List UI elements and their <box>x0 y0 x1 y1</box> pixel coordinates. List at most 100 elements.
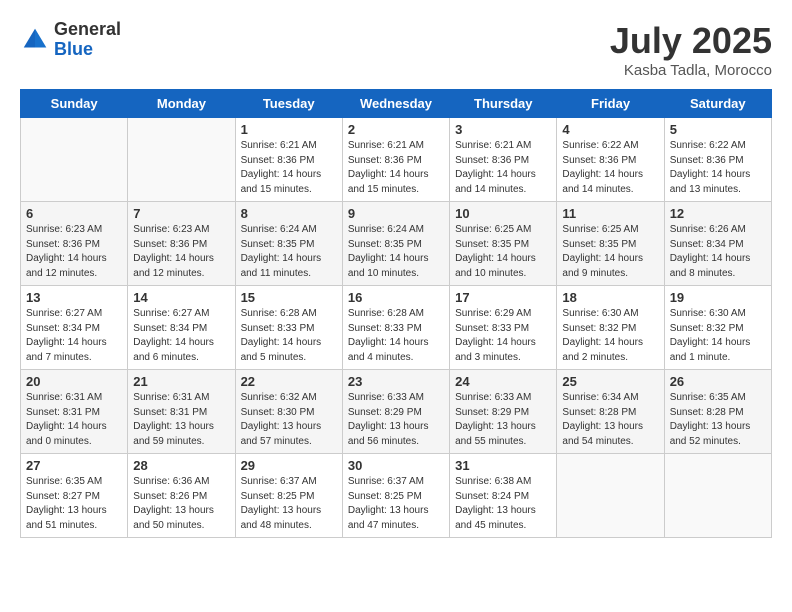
day-number: 19 <box>670 290 766 305</box>
calendar-cell <box>21 118 128 202</box>
day-info: Sunrise: 6:33 AM Sunset: 8:29 PM Dayligh… <box>455 391 551 449</box>
day-number: 18 <box>562 290 658 305</box>
calendar-week-row: 27 Sunrise: 6:35 AM Sunset: 8:27 PM Dayli… <box>21 454 772 538</box>
calendar-cell: 4Sunrise: 6:22 AM Sunset: 8:36 PM Daylig… <box>557 118 664 202</box>
day-info: Sunrise: 6:24 AM Sunset: 8:35 PM Dayligh… <box>241 223 337 281</box>
calendar-cell: 26Sunrise: 6:35 AM Sunset: 8:28 PM Dayli… <box>664 370 771 454</box>
calendar-cell: 23 Sunrise: 6:33 AM Sunset: 8:29 PM Dayli… <box>342 370 449 454</box>
day-info: Sunrise: 6:34 AM Sunset: 8:28 PM Dayligh… <box>562 391 658 449</box>
day-number: 31 <box>455 458 551 473</box>
calendar-cell: 15 Sunrise: 6:28 AM Sunset: 8:33 PM Dayli… <box>235 286 342 370</box>
month-title: July 2025 <box>610 20 772 62</box>
day-number: 27 <box>26 458 122 473</box>
day-number: 17 <box>455 290 551 305</box>
day-info: Sunrise: 6:37 AM Sunset: 8:25 PM Dayligh… <box>241 475 337 533</box>
day-number: 9 <box>348 206 444 221</box>
day-info: Sunrise: 6:25 AM Sunset: 8:35 PM Dayligh… <box>562 223 658 281</box>
calendar-cell: 7 Sunrise: 6:23 AM Sunset: 8:36 PM Daylig… <box>128 202 235 286</box>
calendar-cell: 9 Sunrise: 6:24 AM Sunset: 8:35 PM Daylig… <box>342 202 449 286</box>
day-number: 23 <box>348 374 444 389</box>
calendar-cell: 8 Sunrise: 6:24 AM Sunset: 8:35 PM Daylig… <box>235 202 342 286</box>
logo-blue-text: Blue <box>54 40 121 60</box>
calendar-cell: 25 Sunrise: 6:34 AM Sunset: 8:28 PM Dayli… <box>557 370 664 454</box>
day-number: 7 <box>133 206 229 221</box>
calendar-cell: 21 Sunrise: 6:31 AM Sunset: 8:31 PM Dayli… <box>128 370 235 454</box>
day-number: 1 <box>241 122 337 137</box>
calendar-cell: 27 Sunrise: 6:35 AM Sunset: 8:27 PM Dayli… <box>21 454 128 538</box>
calendar-cell: 11 Sunrise: 6:25 AM Sunset: 8:35 PM Dayli… <box>557 202 664 286</box>
day-info: Sunrise: 6:31 AM Sunset: 8:31 PM Dayligh… <box>133 391 229 449</box>
day-number: 3 <box>455 122 551 137</box>
day-info: Sunrise: 6:26 AM Sunset: 8:34 PM Dayligh… <box>670 223 766 281</box>
day-number: 8 <box>241 206 337 221</box>
day-number: 11 <box>562 206 658 221</box>
calendar-cell: 28 Sunrise: 6:36 AM Sunset: 8:26 PM Dayli… <box>128 454 235 538</box>
day-header-saturday: Saturday <box>664 90 771 118</box>
calendar-cell: 31 Sunrise: 6:38 AM Sunset: 8:24 PM Dayli… <box>450 454 557 538</box>
calendar-cell: 18 Sunrise: 6:30 AM Sunset: 8:32 PM Dayli… <box>557 286 664 370</box>
calendar-cell: 29 Sunrise: 6:37 AM Sunset: 8:25 PM Dayli… <box>235 454 342 538</box>
day-number: 13 <box>26 290 122 305</box>
day-info: Sunrise: 6:28 AM Sunset: 8:33 PM Dayligh… <box>241 307 337 365</box>
day-number: 29 <box>241 458 337 473</box>
day-number: 12 <box>670 206 766 221</box>
day-info: Sunrise: 6:36 AM Sunset: 8:26 PM Dayligh… <box>133 475 229 533</box>
calendar-cell: 12 Sunrise: 6:26 AM Sunset: 8:34 PM Dayli… <box>664 202 771 286</box>
day-header-tuesday: Tuesday <box>235 90 342 118</box>
day-info: Sunrise: 6:27 AM Sunset: 8:34 PM Dayligh… <box>133 307 229 365</box>
calendar-cell: 20 Sunrise: 6:31 AM Sunset: 8:31 PM Dayli… <box>21 370 128 454</box>
calendar-cell: 6Sunrise: 6:23 AM Sunset: 8:36 PM Daylig… <box>21 202 128 286</box>
day-info: Sunrise: 6:21 AM Sunset: 8:36 PM Dayligh… <box>455 139 551 197</box>
day-number: 4 <box>562 122 658 137</box>
logo-general-text: General <box>54 20 121 40</box>
day-info: Sunrise: 6:21 AM Sunset: 8:36 PM Dayligh… <box>241 139 337 197</box>
calendar-cell: 10 Sunrise: 6:25 AM Sunset: 8:35 PM Dayli… <box>450 202 557 286</box>
day-number: 14 <box>133 290 229 305</box>
day-info: Sunrise: 6:35 AM Sunset: 8:27 PM Dayligh… <box>26 475 122 533</box>
day-info: Sunrise: 6:25 AM Sunset: 8:35 PM Dayligh… <box>455 223 551 281</box>
calendar-cell: 22Sunrise: 6:32 AM Sunset: 8:30 PM Dayli… <box>235 370 342 454</box>
calendar-cell <box>557 454 664 538</box>
day-info: Sunrise: 6:31 AM Sunset: 8:31 PM Dayligh… <box>26 391 122 449</box>
calendar-table: SundayMondayTuesdayWednesdayThursdayFrid… <box>20 89 772 538</box>
calendar-cell: 13 Sunrise: 6:27 AM Sunset: 8:34 PM Dayli… <box>21 286 128 370</box>
day-header-monday: Monday <box>128 90 235 118</box>
day-number: 5 <box>670 122 766 137</box>
day-number: 21 <box>133 374 229 389</box>
calendar-cell: 2Sunrise: 6:21 AM Sunset: 8:36 PM Daylig… <box>342 118 449 202</box>
day-info: Sunrise: 6:23 AM Sunset: 8:36 PM Dayligh… <box>133 223 229 281</box>
day-number: 10 <box>455 206 551 221</box>
day-info: Sunrise: 6:30 AM Sunset: 8:32 PM Dayligh… <box>670 307 766 365</box>
day-info: Sunrise: 6:28 AM Sunset: 8:33 PM Dayligh… <box>348 307 444 365</box>
calendar-week-row: 13 Sunrise: 6:27 AM Sunset: 8:34 PM Dayli… <box>21 286 772 370</box>
calendar-cell: 1 Sunrise: 6:21 AM Sunset: 8:36 PM Daylig… <box>235 118 342 202</box>
day-info: Sunrise: 6:38 AM Sunset: 8:24 PM Dayligh… <box>455 475 551 533</box>
day-number: 28 <box>133 458 229 473</box>
day-info: Sunrise: 6:27 AM Sunset: 8:34 PM Dayligh… <box>26 307 122 365</box>
calendar-week-row: 6 Sunrise: 6:23 AM Sunset: 8:36 PM Daylig… <box>21 202 772 286</box>
day-header-sunday: Sunday <box>21 90 128 118</box>
day-number: 2 <box>348 122 444 137</box>
calendar-cell: 5Sunrise: 6:22 AM Sunset: 8:36 PM Daylig… <box>664 118 771 202</box>
day-number: 6 <box>26 206 122 221</box>
calendar-header-row: SundayMondayTuesdayWednesdayThursdayFrid… <box>21 90 772 118</box>
calendar-cell: 14 Sunrise: 6:27 AM Sunset: 8:34 PM Dayli… <box>128 286 235 370</box>
day-info: Sunrise: 6:30 AM Sunset: 8:32 PM Dayligh… <box>562 307 658 365</box>
day-number: 15 <box>241 290 337 305</box>
day-info: Sunrise: 6:32 AM Sunset: 8:30 PM Dayligh… <box>241 391 337 449</box>
calendar-cell <box>128 118 235 202</box>
location-title: Kasba Tadla, Morocco <box>610 62 772 79</box>
day-header-wednesday: Wednesday <box>342 90 449 118</box>
page-header: General Blue July 2025 Kasba Tadla, Moro… <box>20 20 772 79</box>
day-header-thursday: Thursday <box>450 90 557 118</box>
day-number: 16 <box>348 290 444 305</box>
day-number: 25 <box>562 374 658 389</box>
calendar-cell: 17 Sunrise: 6:29 AM Sunset: 8:33 PM Dayli… <box>450 286 557 370</box>
day-number: 20 <box>26 374 122 389</box>
day-info: Sunrise: 6:24 AM Sunset: 8:35 PM Dayligh… <box>348 223 444 281</box>
logo: General Blue <box>20 20 121 60</box>
day-info: Sunrise: 6:33 AM Sunset: 8:29 PM Dayligh… <box>348 391 444 449</box>
day-info: Sunrise: 6:37 AM Sunset: 8:25 PM Dayligh… <box>348 475 444 533</box>
calendar-week-row: 20 Sunrise: 6:31 AM Sunset: 8:31 PM Dayli… <box>21 370 772 454</box>
day-info: Sunrise: 6:29 AM Sunset: 8:33 PM Dayligh… <box>455 307 551 365</box>
